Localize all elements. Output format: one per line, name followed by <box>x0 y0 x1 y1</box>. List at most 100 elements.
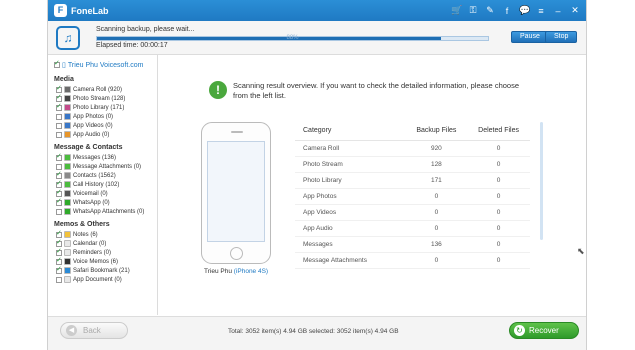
cell-deleted-files: 0 <box>467 140 530 157</box>
sidebar-group-heading: Media <box>54 75 74 83</box>
table-row[interactable]: Messages 136 0 <box>295 236 530 253</box>
sidebar-item-checkbox[interactable] <box>56 276 62 283</box>
sidebar-item[interactable]: Messages (136) <box>54 152 153 162</box>
main-panel: ! Scanning result overview. If you want … <box>159 55 586 315</box>
results-scrollbar[interactable] <box>540 122 543 240</box>
sidebar-item-label: App Audio (0) <box>73 131 110 138</box>
sidebar-item-checkbox[interactable] <box>56 131 62 138</box>
category-sidebar: ▯ Trieu Phu Voicesoft.com Media Camera Ro… <box>48 55 158 315</box>
sidebar-item-checkbox[interactable] <box>56 197 62 206</box>
scan-progress-panel: ♫ Scanning backup, please wait... 88% El… <box>48 21 586 55</box>
category-icon <box>64 113 71 120</box>
title-bar: F FoneLab 🛒 ⚿ ✎ f 💬 ≡ – ✕ <box>48 0 586 21</box>
category-icon <box>64 181 71 188</box>
cell-deleted-files: 0 <box>467 252 530 269</box>
category-icon <box>64 104 71 111</box>
back-button[interactable]: ◀ Back <box>60 322 128 339</box>
close-icon[interactable]: ✕ <box>570 5 580 16</box>
sidebar-item-label: Safari Bookmark (21) <box>73 267 130 274</box>
sidebar-group-heading: Memos & Others <box>54 220 110 228</box>
scan-progress-percent: 88% <box>286 35 299 41</box>
sidebar-item[interactable]: Photo Library (171) <box>54 102 153 112</box>
sidebar-item-label: Photo Library (171) <box>73 104 125 111</box>
sidebar-item[interactable]: WhatsApp (0) <box>54 197 153 207</box>
cell-category: App Photos <box>295 188 406 205</box>
phone-illustration <box>201 122 271 264</box>
facebook-icon[interactable]: f <box>502 6 512 16</box>
sidebar-item-label: Messages (136) <box>73 154 117 161</box>
sidebar-item[interactable]: App Videos (0) <box>54 121 153 130</box>
sidebar-item-checkbox[interactable] <box>56 152 62 161</box>
recover-button[interactable]: ↻ Recover <box>509 322 579 339</box>
sidebar-item-label: Notes (6) <box>73 231 98 238</box>
alert-icon: ! <box>209 81 227 99</box>
sidebar-item-label: Call History (102) <box>73 181 120 188</box>
sidebar-item[interactable]: Message Attachments (0) <box>54 162 153 171</box>
minimize-icon[interactable]: – <box>553 6 563 16</box>
table-row[interactable]: Photo Stream 128 0 <box>295 156 530 173</box>
phone-screen <box>207 141 265 242</box>
scan-status: Scanning backup, please wait... <box>96 26 195 33</box>
category-icon <box>64 131 71 138</box>
table-row[interactable]: Camera Roll 920 0 <box>295 140 530 157</box>
sidebar-item-checkbox[interactable] <box>56 265 62 274</box>
sidebar-item-checkbox[interactable] <box>56 113 62 120</box>
sidebar-item[interactable]: Safari Bookmark (21) <box>54 265 153 275</box>
device-row[interactable]: ▯ Trieu Phu Voicesoft.com <box>54 59 153 71</box>
sidebar-item[interactable]: Voice Memos (6) <box>54 256 153 266</box>
sidebar-item[interactable]: Notes (6) <box>54 229 153 239</box>
table-row[interactable]: Message Attachments 0 0 <box>295 252 530 269</box>
table-row[interactable]: App Audio 0 0 <box>295 220 530 237</box>
category-icon <box>64 190 71 197</box>
sidebar-item[interactable]: Photo Stream (128) <box>54 93 153 103</box>
cell-category: Messages <box>295 236 406 253</box>
cell-category: App Videos <box>295 204 406 221</box>
header-deleted-files[interactable]: Deleted Files <box>467 122 530 141</box>
sidebar-item[interactable]: App Photos (0) <box>54 112 153 121</box>
scan-phone-icon: ♫ <box>56 26 80 50</box>
key-icon[interactable]: ⚿ <box>468 5 478 16</box>
category-icon <box>64 154 71 161</box>
device-checkbox[interactable] <box>54 59 60 68</box>
device-model: (iPhone 4S) <box>233 268 269 275</box>
sidebar-item-label: Contacts (1562) <box>73 172 116 179</box>
sidebar-item-checkbox[interactable] <box>56 102 62 111</box>
cell-backup-files: 920 <box>405 140 468 157</box>
cell-backup-files: 0 <box>405 252 468 269</box>
cart-icon[interactable]: 🛒 <box>451 5 462 16</box>
wrench-icon[interactable]: ✎ <box>485 5 495 16</box>
phone-speaker <box>231 131 243 133</box>
sidebar-item[interactable]: Voicemail (0) <box>54 188 153 198</box>
category-icon <box>64 122 71 129</box>
table-row[interactable]: App Videos 0 0 <box>295 204 530 221</box>
sidebar-item[interactable]: App Document (0) <box>54 275 153 284</box>
category-icon <box>64 163 71 170</box>
category-icon <box>64 208 71 215</box>
stop-button[interactable]: Stop <box>545 31 578 43</box>
selection-totals: Total: 3052 item(s) 4.94 GB selected: 30… <box>228 328 399 335</box>
category-icon <box>64 95 71 102</box>
header-category[interactable]: Category <box>295 122 406 141</box>
device-small-icon: ▯ <box>62 62 66 69</box>
mouse-cursor-icon: ⬉ <box>577 246 585 256</box>
pause-button[interactable]: Pause <box>511 31 549 43</box>
sidebar-item[interactable]: Camera Roll (920) <box>54 84 153 94</box>
menu-icon[interactable]: ≡ <box>536 6 546 16</box>
sidebar-item-label: WhatsApp (0) <box>73 199 110 206</box>
sidebar-item[interactable]: Reminders (0) <box>54 247 153 257</box>
sidebar-item-label: Photo Stream (128) <box>73 95 126 102</box>
chat-icon[interactable]: 💬 <box>519 5 530 16</box>
sidebar-item[interactable]: Call History (102) <box>54 179 153 189</box>
sidebar-item[interactable]: App Audio (0) <box>54 130 153 139</box>
sidebar-item[interactable]: WhatsApp Attachments (0) <box>54 207 153 216</box>
sidebar-item[interactable]: Contacts (1562) <box>54 170 153 180</box>
table-row[interactable]: Photo Library 171 0 <box>295 172 530 189</box>
cell-deleted-files: 0 <box>467 188 530 205</box>
category-icon <box>64 86 71 93</box>
back-label: Back <box>83 326 101 335</box>
header-backup-files[interactable]: Backup Files <box>405 122 468 141</box>
table-row[interactable]: App Photos 0 0 <box>295 188 530 205</box>
sidebar-item-checkbox[interactable] <box>56 208 62 215</box>
sidebar-item-checkbox[interactable] <box>56 122 62 129</box>
sidebar-item[interactable]: Calendar (0) <box>54 238 153 248</box>
